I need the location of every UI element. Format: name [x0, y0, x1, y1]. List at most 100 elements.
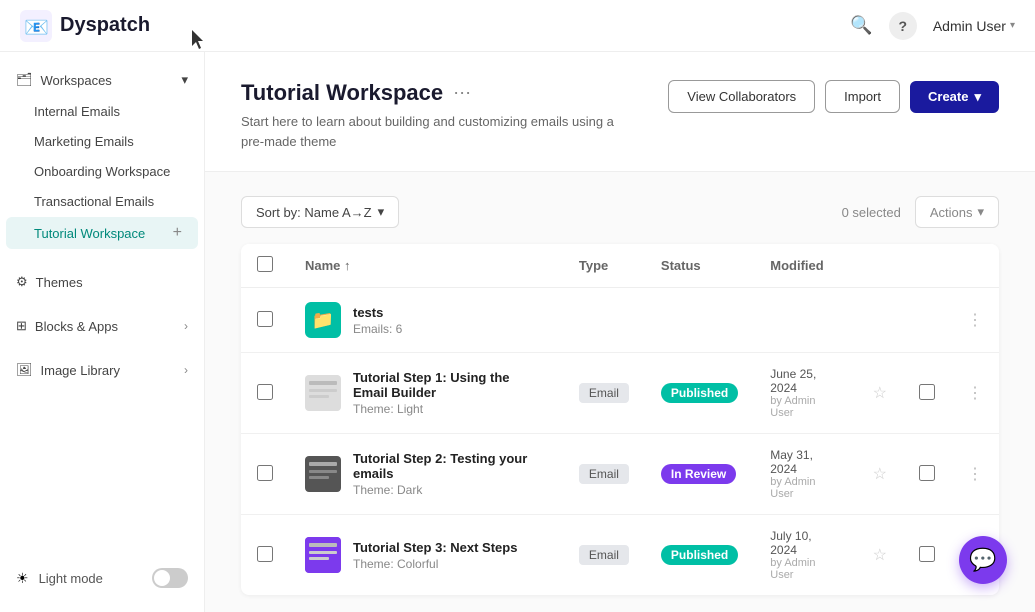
sidebar-spacer [0, 386, 204, 556]
workspace-actions: View Collaborators Import Create ▾ [668, 80, 999, 113]
row-name-info: Tutorial Step 1: Using the Email Builder… [353, 370, 547, 416]
table-row: Tutorial Step 3: Next Steps Theme: Colorf… [241, 515, 999, 596]
row-select-checkbox[interactable] [919, 465, 935, 481]
row-type-cell [563, 288, 645, 353]
row-name-main: Tutorial Step 3: Next Steps [353, 540, 517, 555]
row-name-sub: Theme: Light [353, 402, 547, 416]
workspaces-section: 🗂 Workspaces ▾ Internal Emails Marketing… [0, 64, 204, 250]
data-table: Name ↑ Type Status Modified 📁testsEmails… [241, 244, 999, 595]
image-library-section: 🖼 Image Library › [0, 354, 204, 386]
create-button[interactable]: Create ▾ [910, 81, 999, 113]
email-thumbnail [305, 537, 341, 573]
row-select-cell [903, 288, 951, 353]
select-all-checkbox[interactable] [257, 256, 273, 272]
light-mode-sun-icon: ☀ [16, 570, 29, 587]
row-name-main: Tutorial Step 2: Testing your emails [353, 451, 547, 481]
main-content: Tutorial Workspace ⋯ Start here to learn… [205, 52, 1035, 612]
sidebar-item-image-library[interactable]: 🖼 Image Library › [0, 354, 204, 386]
modified-date: May 31, 2024 [770, 448, 840, 476]
email-thumbnail [305, 456, 341, 492]
logo-icon: 📧 [20, 10, 52, 42]
row-name-cell: Tutorial Step 2: Testing your emailsThem… [289, 434, 563, 515]
chat-fab[interactable]: 💬 [959, 536, 1007, 584]
table-row: Tutorial Step 2: Testing your emailsThem… [241, 434, 999, 515]
row-status-cell: Published [645, 515, 754, 596]
workspace-menu-button[interactable]: ⋯ [453, 83, 471, 104]
th-type: Type [563, 244, 645, 288]
svg-text:📧: 📧 [24, 17, 49, 39]
add-workspace-button[interactable]: + [173, 224, 182, 242]
row-star-cell: ☆ [857, 353, 903, 434]
th-row-actions [951, 244, 999, 288]
row-checkbox[interactable] [257, 546, 273, 562]
row-status-cell: Published [645, 353, 754, 434]
row-actions-cell: ⋮ [951, 434, 999, 515]
row-checkbox-cell [241, 515, 289, 596]
status-badge: In Review [661, 464, 736, 484]
workspace-description: Start here to learn about building and c… [241, 112, 621, 151]
star-button[interactable]: ☆ [873, 464, 887, 484]
sidebar-item-marketing-emails[interactable]: Marketing Emails [6, 127, 198, 156]
workspace-title-area: Tutorial Workspace ⋯ Start here to learn… [241, 80, 621, 151]
image-library-icon: 🖼 [16, 362, 33, 378]
import-button[interactable]: Import [825, 80, 900, 113]
row-name-cell: 📁testsEmails: 6 [289, 288, 563, 353]
themes-icon: ⚙ [16, 274, 28, 290]
sidebar-item-tutorial-workspace[interactable]: Tutorial Workspace + [6, 217, 198, 249]
workspace-title: Tutorial Workspace [241, 80, 443, 106]
selected-count: 0 selected [842, 205, 901, 220]
sidebar-item-internal-emails[interactable]: Internal Emails [6, 97, 198, 126]
row-checkbox[interactable] [257, 384, 273, 400]
star-button[interactable]: ☆ [873, 545, 887, 565]
sort-label: Sort by: Name A→Z [256, 205, 372, 220]
type-badge: Email [579, 383, 629, 403]
row-select-checkbox[interactable] [919, 384, 935, 400]
row-type-cell: Email [563, 515, 645, 596]
transactional-emails-label: Transactional Emails [34, 194, 154, 209]
row-type-cell: Email [563, 434, 645, 515]
row-name-info: Tutorial Step 2: Testing your emailsThem… [353, 451, 547, 497]
actions-label: Actions [930, 205, 973, 220]
row-checkbox[interactable] [257, 311, 273, 327]
light-mode-toggle[interactable] [152, 568, 188, 588]
row-type-cell: Email [563, 353, 645, 434]
row-name-sub: Theme: Colorful [353, 557, 517, 571]
blocks-chevron-icon: › [184, 319, 188, 333]
themes-section: ⚙ Themes [0, 266, 204, 298]
actions-button[interactable]: Actions ▾ [915, 196, 999, 228]
table-toolbar: Sort by: Name A→Z ▾ 0 selected Actions ▾ [241, 196, 999, 228]
status-badge: Published [661, 545, 738, 565]
search-icon[interactable]: 🔍 [850, 15, 872, 36]
table-body: 📁testsEmails: 6 ⋮ Tutorial Step 1: Using t… [241, 288, 999, 596]
workspace-header: Tutorial Workspace ⋯ Start here to learn… [205, 52, 1035, 172]
sidebar-item-onboarding-workspace[interactable]: Onboarding Workspace [6, 157, 198, 186]
sidebar-item-transactional-emails[interactable]: Transactional Emails [6, 187, 198, 216]
topnav: 📧 Dyspatch 🔍 ? Admin User ▾ [0, 0, 1035, 52]
sort-button[interactable]: Sort by: Name A→Z ▾ [241, 196, 399, 228]
th-star [857, 244, 903, 288]
modified-by: by Admin User [770, 476, 840, 500]
row-name-cell: Tutorial Step 1: Using the Email Builder… [289, 353, 563, 434]
sidebar-item-themes[interactable]: ⚙ Themes [0, 266, 204, 298]
row-menu-button[interactable]: ⋮ [967, 310, 983, 330]
layout: 🗂 Workspaces ▾ Internal Emails Marketing… [0, 52, 1035, 612]
row-modified-cell [754, 288, 856, 353]
blocks-section: ⊞ Blocks & Apps › [0, 310, 204, 342]
workspaces-folder-icon: 🗂 [16, 72, 33, 88]
row-star-cell: ☆ [857, 515, 903, 596]
user-menu[interactable]: Admin User ▾ [933, 18, 1015, 34]
th-checkbox [241, 244, 289, 288]
toggle-knob [154, 570, 170, 586]
star-button[interactable]: ☆ [873, 383, 887, 403]
workspaces-header[interactable]: 🗂 Workspaces ▾ [0, 64, 204, 96]
type-badge: Email [579, 545, 629, 565]
row-checkbox[interactable] [257, 465, 273, 481]
help-icon[interactable]: ? [889, 12, 917, 40]
sidebar-item-blocks-apps[interactable]: ⊞ Blocks & Apps › [0, 310, 204, 342]
row-menu-button[interactable]: ⋮ [967, 383, 983, 403]
row-menu-button[interactable]: ⋮ [967, 464, 983, 484]
table-row: 📁testsEmails: 6 ⋮ [241, 288, 999, 353]
table-area: Sort by: Name A→Z ▾ 0 selected Actions ▾ [205, 172, 1035, 612]
view-collaborators-button[interactable]: View Collaborators [668, 80, 815, 113]
row-select-checkbox[interactable] [919, 546, 935, 562]
